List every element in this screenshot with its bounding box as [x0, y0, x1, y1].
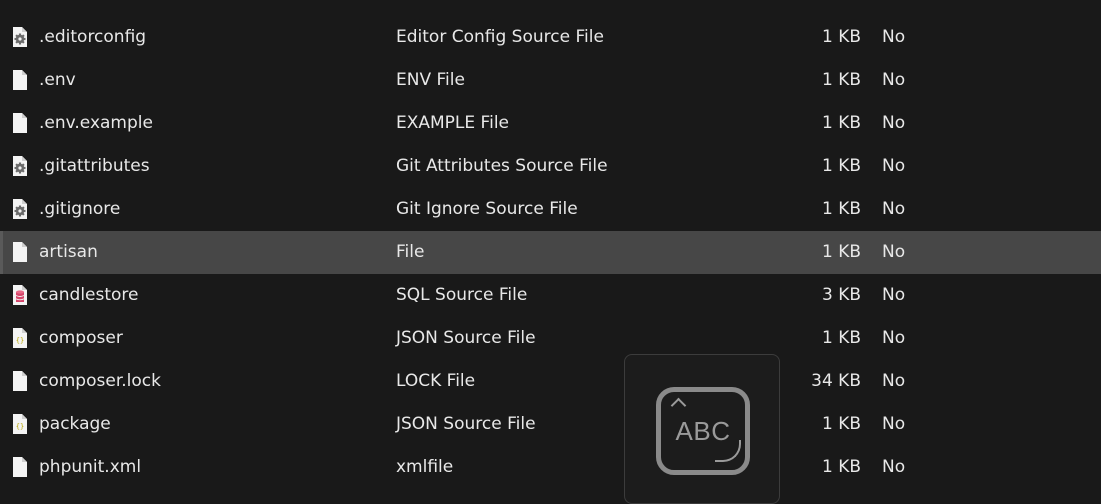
config-file-icon — [11, 26, 29, 48]
file-flag: No — [882, 371, 906, 391]
file-name: .gitattributes — [39, 156, 150, 176]
file-row[interactable]: .gitignore Git Ignore Source File 1 KB No — [0, 188, 1101, 231]
file-flag: No — [882, 457, 906, 477]
file-row[interactable]: .env.example EXAMPLE File 1 KB No — [0, 102, 1101, 145]
file-size: 1 KB — [821, 242, 861, 262]
svg-text:{}: {} — [16, 337, 24, 345]
json-file-icon: {} — [11, 327, 29, 349]
blank-file-icon — [11, 456, 29, 478]
file-flag: No — [882, 285, 906, 305]
svg-text:{}: {} — [16, 423, 24, 431]
file-row[interactable]: {} package JSON Source File 1 KB No — [0, 403, 1101, 446]
blank-file-icon — [11, 370, 29, 392]
input-method-indicator: ABC — [624, 354, 780, 504]
file-row[interactable]: phpunit.xml xmlfile 1 KB No — [0, 446, 1101, 489]
file-flag: No — [882, 70, 906, 90]
file-type: EXAMPLE File — [396, 113, 509, 133]
file-size: 1 KB — [821, 156, 861, 176]
file-row[interactable]: .editorconfig Editor Config Source File 1 … — [0, 16, 1101, 59]
file-name: composer.lock — [39, 371, 161, 391]
selection-edge — [0, 231, 3, 274]
file-name: .env.example — [39, 113, 153, 133]
json-file-icon: {} — [11, 413, 29, 435]
file-size: 1 KB — [821, 199, 861, 219]
file-flag: No — [882, 156, 906, 176]
file-name: artisan — [39, 242, 98, 262]
caret-up-icon — [670, 397, 687, 414]
file-type: xmlfile — [396, 457, 454, 477]
file-row[interactable]: candlestore SQL Source File 3 KB No — [0, 274, 1101, 317]
file-size: 3 KB — [821, 285, 861, 305]
file-name: .editorconfig — [39, 27, 147, 47]
file-row[interactable]: .env ENV File 1 KB No — [0, 59, 1101, 102]
file-flag: No — [882, 328, 906, 348]
blank-file-icon — [11, 112, 29, 134]
file-size: 1 KB — [821, 70, 861, 90]
file-row[interactable]: .gitattributes Git Attributes Source File… — [0, 145, 1101, 188]
file-name: .gitignore — [39, 199, 121, 219]
file-flag: No — [882, 199, 906, 219]
blank-file-icon — [11, 69, 29, 91]
file-type: SQL Source File — [396, 285, 528, 305]
file-type: Git Ignore Source File — [396, 199, 578, 219]
file-size: 1 KB — [821, 328, 861, 348]
file-size: 1 KB — [821, 27, 861, 47]
file-type: Editor Config Source File — [396, 27, 604, 47]
file-type: ENV File — [396, 70, 465, 90]
file-name: phpunit.xml — [39, 457, 142, 477]
blank-file-icon — [11, 241, 29, 263]
file-row[interactable]: artisan File 1 KB No — [0, 231, 1101, 274]
file-list: .editorconfig Editor Config Source File 1 … — [0, 16, 1101, 489]
file-type: File — [396, 242, 425, 262]
file-flag: No — [882, 27, 906, 47]
file-flag: No — [882, 113, 906, 133]
file-row[interactable]: composer.lock LOCK File 34 KB No — [0, 360, 1101, 403]
keyboard-abc-icon: ABC — [656, 387, 750, 475]
config-file-icon — [11, 198, 29, 220]
file-type: JSON Source File — [396, 414, 536, 434]
file-type: LOCK File — [396, 371, 476, 391]
file-type: Git Attributes Source File — [396, 156, 608, 176]
file-row[interactable]: {} composer JSON Source File 1 KB No — [0, 317, 1101, 360]
file-type: JSON Source File — [396, 328, 536, 348]
file-name: composer — [39, 328, 123, 348]
file-flag: No — [882, 414, 906, 434]
file-flag: No — [882, 242, 906, 262]
file-name: .env — [39, 70, 76, 90]
file-size: 1 KB — [821, 113, 861, 133]
config-file-icon — [11, 155, 29, 177]
curve-mark-icon — [715, 440, 741, 462]
file-name: candlestore — [39, 285, 139, 305]
database-file-icon — [11, 284, 29, 306]
file-name: package — [39, 414, 111, 434]
